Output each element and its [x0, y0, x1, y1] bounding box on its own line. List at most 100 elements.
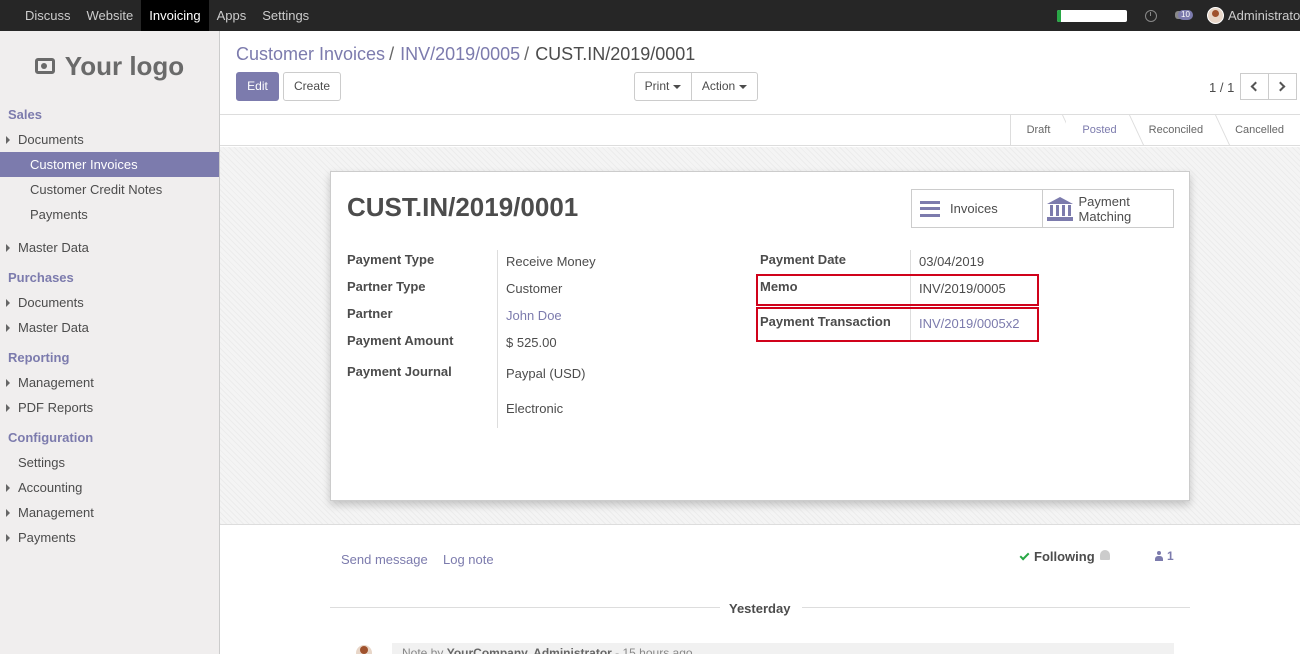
sidebar-item-purchases-documents[interactable]: Documents [0, 290, 219, 315]
edit-button[interactable]: Edit [236, 72, 279, 101]
menu-invoicing[interactable]: Invoicing [141, 0, 209, 31]
note-author-avatar[interactable] [356, 645, 372, 654]
sidebar-section-configuration: Configuration [8, 430, 94, 445]
breadcrumb-separator: / [524, 44, 530, 64]
camera-icon [34, 58, 55, 74]
chat-badge: 10 [1178, 9, 1193, 20]
company-logo[interactable]: Your logo [0, 31, 219, 101]
date-separator-label: Yesterday [729, 601, 791, 616]
payment-type-value: Receive Money [506, 254, 596, 269]
bank-icon [1046, 196, 1073, 221]
payment-date-value: 03/04/2019 [919, 254, 985, 269]
status-reconciled: Reconciled [1133, 115, 1219, 145]
payment-journal-label: Payment Journal [347, 364, 452, 379]
menu-website[interactable]: Website [79, 0, 142, 31]
partner-type-label: Partner Type [347, 279, 426, 294]
following-button[interactable]: Following [1019, 549, 1095, 564]
create-button[interactable]: Create [283, 72, 341, 101]
sidebar: Your logo Sales Documents Customer Invoi… [0, 31, 220, 654]
status-draft: Draft [1011, 115, 1067, 145]
user-icon [1155, 551, 1163, 561]
payment-matching-smart-button[interactable]: Payment Matching [1043, 190, 1173, 227]
bars-icon [920, 200, 940, 217]
pager-next-button[interactable] [1268, 73, 1297, 100]
field-divider [497, 250, 498, 428]
send-message-button[interactable]: Send message [341, 552, 428, 567]
payment-amount-label: Payment Amount [347, 333, 454, 348]
chevron-left-icon [1250, 81, 1261, 92]
main-content: Customer Invoices / INV/2019/0005/CUST.IN/… [220, 31, 1300, 654]
print-label: Print [644, 79, 670, 93]
sidebar-item-pdf-reports[interactable]: PDF Reports [0, 395, 219, 420]
menu-apps[interactable]: Apps [209, 0, 255, 31]
onboarding-progress-bar[interactable] [1057, 9, 1127, 22]
sidebar-item-payments[interactable]: Payments [0, 202, 219, 227]
memo-highlight-box [756, 274, 1039, 306]
payment-amount-value: $ 525.00 [506, 335, 557, 350]
systray: 10 Administrator [1057, 0, 1300, 31]
note-time: - 15 hours ago [611, 646, 693, 654]
record-title: CUST.IN/2019/0001 [347, 192, 579, 222]
clock-icon[interactable] [1145, 9, 1157, 22]
status-states: Draft Posted Reconciled Cancelled [1009, 115, 1300, 145]
payment-date-label: Payment Date [760, 252, 846, 267]
smart-buttons: Invoices Payment Matching [911, 189, 1174, 228]
sidebar-section-sales: Sales [8, 107, 42, 122]
sidebar-item-reporting-management[interactable]: Management [0, 370, 219, 395]
print-dropdown[interactable]: Print [634, 72, 692, 101]
following-label: Following [1034, 549, 1095, 564]
status-posted: Posted [1066, 115, 1133, 145]
payment-matching-line2: Matching [1078, 208, 1132, 224]
note-author[interactable]: YourCompany, Administrator [447, 646, 612, 654]
top-navbar: Discuss Website Invoicing Apps Settings … [0, 0, 1300, 31]
user-menu[interactable]: Administrator [1228, 8, 1300, 23]
payment-method-value: Electronic [506, 401, 564, 416]
breadcrumb-current: CUST.IN/2019/0001 [535, 44, 696, 64]
payment-journal-value: Paypal (USD) [506, 366, 586, 381]
check-icon [1019, 550, 1030, 561]
invoices-smart-button[interactable]: Invoices [912, 190, 1043, 227]
bell-icon[interactable] [1100, 550, 1110, 560]
partner-type-value: Customer [506, 281, 563, 296]
transaction-highlight-box [756, 307, 1039, 342]
app-menu: Discuss Website Invoicing Apps Settings [0, 0, 317, 31]
invoices-label: Invoices [950, 201, 998, 216]
logo-text: Your logo [64, 50, 185, 81]
breadcrumb-customer-invoices[interactable]: Customer Invoices [236, 44, 385, 64]
sidebar-item-config-management[interactable]: Management [0, 500, 219, 525]
chat-icon[interactable]: 10 [1175, 9, 1197, 23]
sidebar-item-sales-documents[interactable]: Documents [0, 127, 219, 152]
form-sheet: CUST.IN/2019/0001 Invoices Payment Match… [330, 171, 1190, 501]
payment-matching-label: Payment Matching [1079, 194, 1132, 224]
followers-count: 1 [1167, 549, 1174, 563]
chevron-right-icon [1275, 81, 1286, 92]
menu-settings[interactable]: Settings [254, 0, 317, 31]
sidebar-section-purchases: Purchases [8, 270, 74, 285]
sidebar-item-sales-master-data[interactable]: Master Data [0, 235, 219, 260]
breadcrumb-separator: / [389, 44, 395, 64]
note-prefix: Note by [402, 646, 447, 654]
date-separator-line [802, 607, 1190, 608]
partner-link[interactable]: John Doe [506, 308, 562, 323]
pager-previous-button[interactable] [1240, 73, 1269, 100]
sidebar-item-purchases-master-data[interactable]: Master Data [0, 315, 219, 340]
action-dropdown[interactable]: Action [691, 72, 758, 101]
payment-matching-line1: Payment [1078, 193, 1130, 209]
menu-discuss[interactable]: Discuss [0, 0, 79, 31]
breadcrumb-invoice[interactable]: INV/2019/0005 [400, 44, 520, 64]
sidebar-item-config-payments[interactable]: Payments [0, 525, 219, 550]
sidebar-item-accounting[interactable]: Accounting [0, 475, 219, 500]
caret-down-icon [673, 84, 682, 89]
user-avatar[interactable] [1207, 7, 1224, 24]
followers-button[interactable]: 1 [1155, 549, 1174, 563]
log-note-button[interactable]: Log note [443, 552, 494, 567]
progress-fill [1057, 9, 1061, 22]
payment-type-label: Payment Type [347, 252, 435, 267]
statusbar: Draft Posted Reconciled Cancelled [220, 114, 1300, 146]
sidebar-item-customer-credit-notes[interactable]: Customer Credit Notes [0, 177, 219, 202]
sidebar-item-settings[interactable]: Settings [0, 450, 219, 475]
pager-value[interactable]: 1 / 1 [1209, 80, 1234, 95]
date-separator-line [330, 607, 720, 608]
sidebar-item-customer-invoices[interactable]: Customer Invoices [0, 152, 219, 177]
caret-down-icon [739, 84, 748, 89]
